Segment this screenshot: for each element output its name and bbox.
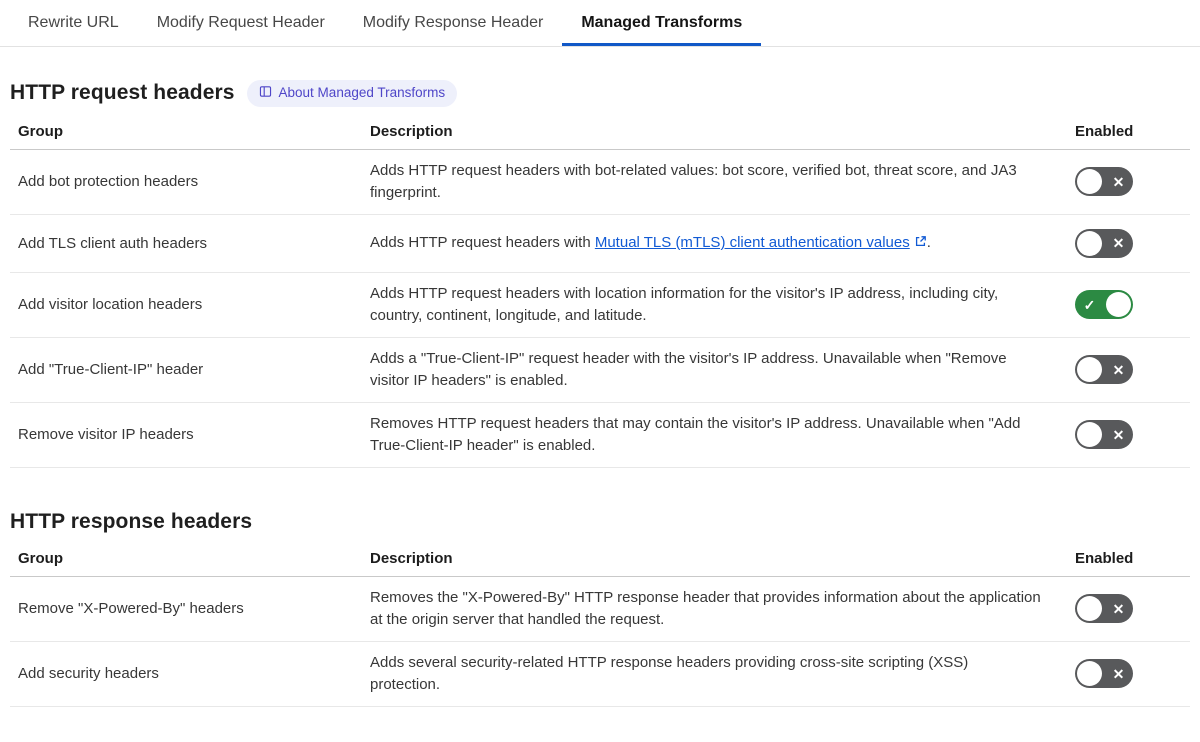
toggle-knob	[1106, 292, 1131, 317]
description-cell: Removes HTTP request headers that may co…	[370, 413, 1075, 457]
x-icon: ✕	[1112, 173, 1125, 190]
column-header-group: Group	[18, 122, 63, 140]
book-icon	[259, 86, 271, 97]
section-title: HTTP response headers	[10, 509, 253, 533]
toggle-add-bot-protection-headers[interactable]: ✕	[1075, 167, 1133, 196]
tab-bar: Rewrite URL Modify Request Header Modify R…	[0, 0, 1200, 47]
description-text: Adds several security-related HTTP respo…	[370, 653, 969, 693]
description-cell: Adds several security-related HTTP respo…	[370, 652, 1075, 696]
about-managed-transforms-badge[interactable]: About Managed Transforms	[246, 80, 458, 107]
toggle-add-tls-client-auth-headers[interactable]: ✕	[1075, 228, 1133, 258]
description-cell: Adds HTTP request headers with Mutual TL…	[370, 232, 1075, 254]
toggle-knob	[1077, 230, 1102, 256]
group-cell: Add bot protection headers	[18, 173, 199, 190]
book-icon	[259, 85, 272, 101]
toggle-knob	[1077, 357, 1102, 382]
column-header-description: Description	[370, 122, 453, 140]
group-cell: Remove visitor IP headers	[18, 426, 194, 443]
group-cell: Add visitor location headers	[18, 296, 203, 313]
table-header-row: Group Description Enabled	[10, 113, 1190, 150]
section-title: HTTP request headers	[10, 81, 235, 105]
section-head-http-request-headers: HTTP request headers About Managed Transf…	[10, 80, 1190, 107]
group-cell: Add "True-Client-IP" header	[18, 361, 204, 378]
description-text: Adds HTTP request headers with	[370, 234, 595, 251]
description-text: Removes HTTP request headers that may co…	[370, 414, 1021, 454]
tab-modify-request-header[interactable]: Modify Request Header	[138, 0, 344, 46]
x-icon: ✕	[1112, 665, 1125, 682]
description-cell: Adds a "True-Client-IP" request header w…	[370, 348, 1075, 392]
x-icon: ✕	[1112, 600, 1125, 617]
description-text: Adds HTTP request headers with location …	[370, 284, 999, 324]
toggle-remove-visitor-ip-headers[interactable]: ✕	[1075, 420, 1133, 449]
external-link-icon	[910, 234, 927, 251]
table-row: Add visitor location headers Adds HTTP re…	[10, 273, 1190, 338]
column-header-description: Description	[370, 549, 453, 567]
section-http-request-headers: HTTP request headers About Managed Transf…	[10, 80, 1190, 468]
tab-modify-response-header[interactable]: Modify Response Header	[344, 0, 563, 46]
section-http-response-headers: HTTP response headers Group Description Ena…	[10, 510, 1190, 707]
description-text: .	[926, 234, 931, 251]
description-cell: Adds HTTP request headers with location …	[370, 283, 1075, 327]
x-icon: ✕	[1112, 426, 1125, 443]
table-http-request-headers: Group Description Enabled Add bot protectio…	[10, 113, 1190, 468]
main-content: HTTP request headers About Managed Transf…	[0, 80, 1200, 707]
group-cell: Remove "X-Powered-By" headers	[18, 600, 244, 617]
section-head-http-response-headers: HTTP response headers	[10, 510, 1190, 534]
tab-managed-transforms[interactable]: Managed Transforms	[562, 0, 762, 46]
description-cell: Removes the "X-Powered-By" HTTP response…	[370, 587, 1075, 631]
column-header-enabled: Enabled	[1075, 549, 1134, 567]
column-header-enabled: Enabled	[1075, 122, 1134, 140]
check-icon: ✓	[1083, 296, 1096, 313]
external-link-label: Mutual TLS (mTLS) client authentication …	[594, 234, 910, 251]
group-cell: Add security headers	[18, 665, 159, 682]
description-text: Removes the "X-Powered-By" HTTP response…	[370, 588, 1041, 628]
enabled-cell: ✓	[1075, 290, 1182, 319]
external-link[interactable]: Mutual TLS (mTLS) client authentication …	[595, 234, 927, 251]
table-row: Add "True-Client-IP" header Adds a "True-…	[10, 338, 1190, 403]
enabled-cell: ✕	[1075, 228, 1182, 258]
toggle-knob	[1077, 169, 1102, 194]
table-row: Remove visitor IP headers Removes HTTP re…	[10, 403, 1190, 468]
table-row: Add security headers Adds several securit…	[10, 642, 1190, 707]
toggle-remove-x-powered-by-headers[interactable]: ✕	[1075, 594, 1133, 623]
enabled-cell: ✕	[1075, 420, 1182, 449]
group-cell: Add TLS client auth headers	[18, 234, 208, 252]
toggle-knob	[1077, 661, 1102, 686]
external-link-icon	[915, 236, 926, 247]
column-header-group: Group	[18, 549, 63, 567]
enabled-cell: ✕	[1075, 167, 1182, 196]
table-header-row: Group Description Enabled	[10, 540, 1190, 577]
description-text: Adds HTTP request headers with bot-relat…	[370, 161, 1017, 201]
x-icon: ✕	[1112, 235, 1125, 251]
toggle-add-security-headers[interactable]: ✕	[1075, 659, 1133, 688]
toggle-add-true-client-ip-header[interactable]: ✕	[1075, 355, 1133, 384]
table-row: Add TLS client auth headers Adds HTTP req…	[10, 215, 1190, 273]
toggle-knob	[1077, 596, 1102, 621]
description-text: Adds a "True-Client-IP" request header w…	[370, 349, 1007, 389]
toggle-add-visitor-location-headers[interactable]: ✓	[1075, 290, 1133, 319]
badge-label: About Managed Transforms	[278, 85, 446, 100]
enabled-cell: ✕	[1075, 355, 1182, 384]
table-http-response-headers: Group Description Enabled Remove "X-Powered…	[10, 540, 1190, 707]
x-icon: ✕	[1112, 361, 1125, 378]
table-row: Remove "X-Powered-By" headers Removes the…	[10, 577, 1190, 642]
toggle-knob	[1077, 422, 1102, 447]
description-cell: Adds HTTP request headers with bot-relat…	[370, 160, 1075, 204]
table-row: Add bot protection headers Adds HTTP requ…	[10, 150, 1190, 215]
enabled-cell: ✕	[1075, 659, 1182, 688]
tab-rewrite-url[interactable]: Rewrite URL	[9, 0, 138, 46]
enabled-cell: ✕	[1075, 594, 1182, 623]
